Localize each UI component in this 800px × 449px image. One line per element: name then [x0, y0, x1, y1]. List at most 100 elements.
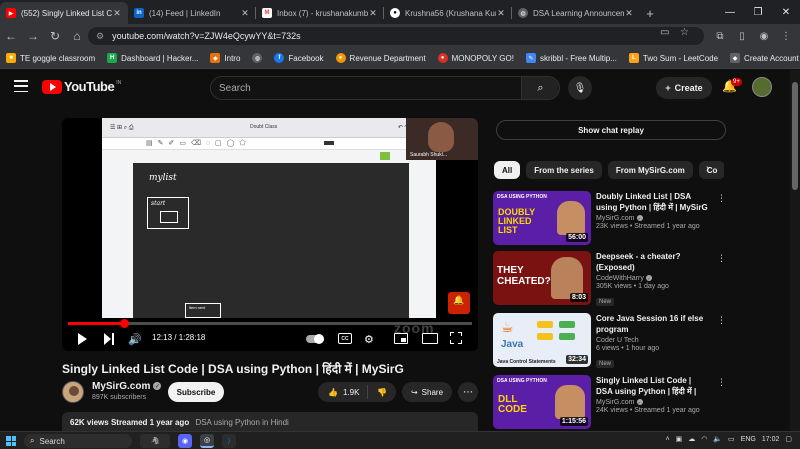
playlist-tag[interactable]: DSA using Python in Hindi: [195, 418, 288, 427]
tab-close-icon[interactable]: ✕: [240, 8, 250, 19]
page-scrollbar[interactable]: [790, 70, 800, 431]
vscode-icon[interactable]: ⟩: [222, 434, 236, 448]
forward-arrow-icon[interactable]: →: [22, 25, 44, 47]
windows-start-icon[interactable]: [6, 436, 16, 446]
bookmark-item[interactable]: L Two Sum - LeetCode: [628, 53, 718, 63]
bookmark-item[interactable]: ◆Create Account | St...: [730, 53, 800, 63]
channel-avatar[interactable]: [62, 381, 84, 403]
site-info-icon[interactable]: ⚙: [96, 31, 104, 42]
tab-close-icon[interactable]: ✕: [368, 8, 378, 19]
recommendation-title[interactable]: Deepseek - a cheater? (Exposed): [596, 251, 708, 273]
scrubber-handle[interactable]: [119, 319, 129, 328]
browser-menu-icon[interactable]: ⋮: [776, 26, 796, 46]
recommendation-title[interactable]: Singly Linked List Code | DSA using Pyth…: [596, 375, 708, 397]
discord-icon[interactable]: ◉: [178, 434, 192, 448]
recommendation-item[interactable]: THEY CHEATED? 8:03 Deepseek - a cheater?…: [493, 251, 733, 307]
autoplay-toggle[interactable]: [306, 334, 324, 344]
battery-icon[interactable]: ▭: [728, 435, 735, 443]
recommendation-item[interactable]: ☕ Java Java Control Statements 32:34 Cor…: [493, 313, 733, 369]
microphone-icon[interactable]: 🎙: [568, 76, 592, 100]
restore-icon[interactable]: ❐: [744, 0, 772, 24]
chrome-icon[interactable]: ◎: [200, 434, 214, 448]
network-icon[interactable]: ▣: [676, 435, 683, 443]
share-button[interactable]: ↪ Share: [402, 382, 452, 402]
tab-close-icon[interactable]: ✕: [112, 8, 122, 19]
video-thumbnail[interactable]: THEY CHEATED? 8:03: [493, 251, 591, 305]
bookmark-item[interactable]: ● Revenue Department: [335, 53, 426, 63]
dislike-button[interactable]: 👎: [368, 388, 396, 397]
profile-icon[interactable]: ◉: [754, 26, 774, 46]
scrollbar-thumb[interactable]: [792, 82, 798, 190]
extensions-icon[interactable]: ⧉: [710, 26, 730, 46]
chevron-right-icon[interactable]: ›: [706, 163, 709, 174]
close-window-icon[interactable]: ✕: [772, 0, 800, 24]
more-actions-icon[interactable]: ⋯: [458, 382, 478, 402]
more-vert-icon[interactable]: ⋮: [717, 377, 726, 388]
tab-gmail[interactable]: M Inbox (7) - krushanakumbha ✕: [256, 2, 384, 24]
recommendation-item[interactable]: DSA USING PYTHON DOUBLY LINKED LIST 56:0…: [493, 191, 733, 247]
reload-icon[interactable]: ↻: [44, 25, 66, 47]
more-vert-icon[interactable]: ⋮: [717, 315, 726, 326]
recommendation-title[interactable]: Core Java Session 16 if else program: [596, 313, 708, 335]
recommendation-item[interactable]: DSA USING PYTHON DLL CODE 1:15:56 Singly…: [493, 375, 733, 431]
bookmark-item[interactable]: H Dashboard | Hacker...: [107, 53, 198, 63]
menu-hamburger-icon[interactable]: [14, 80, 28, 92]
search-box[interactable]: Search ⌕: [210, 76, 560, 100]
show-chat-replay-button[interactable]: Show chat replay: [496, 120, 726, 140]
chip-all[interactable]: All: [494, 161, 521, 179]
search-input[interactable]: Search: [211, 83, 521, 94]
bookmark-item[interactable]: ✎ skribbl - Free Multip...: [525, 53, 617, 63]
subscribe-watermark[interactable]: 🔔: [448, 292, 470, 314]
create-button[interactable]: + Create: [656, 77, 712, 99]
tab-close-icon[interactable]: ✕: [496, 8, 506, 19]
search-icon[interactable]: ⌕: [521, 77, 559, 99]
back-arrow-icon[interactable]: ←: [0, 25, 22, 47]
theater-mode-icon[interactable]: [422, 333, 438, 344]
chip-more[interactable]: Co: [698, 161, 724, 179]
bookmark-item[interactable]: ■ TE goggle classroom: [6, 53, 95, 63]
recommendation-channel[interactable]: CodeWithHarry ✓: [596, 275, 708, 282]
home-icon[interactable]: ⌂: [66, 25, 88, 47]
onedrive-icon[interactable]: ☁: [688, 435, 695, 443]
new-tab-button[interactable]: +: [640, 2, 660, 24]
recommendation-channel[interactable]: MySirG.com ✓: [596, 399, 708, 406]
wifi-icon[interactable]: ◠: [701, 435, 707, 443]
video-player[interactable]: Doubt Class ☰ ⊞ ⌕ ⎙ ↶ ↷ ⎋ ▤✎✐▭⌫◌▢◯⬠ myli…: [62, 118, 478, 351]
chip-from-channel[interactable]: From MySirG.com: [607, 161, 693, 179]
avatar[interactable]: [752, 77, 772, 97]
like-button[interactable]: 👍 1.9K: [318, 385, 368, 399]
captions-icon[interactable]: CC: [338, 333, 352, 344]
widget-icon[interactable]: 🦓: [140, 434, 170, 448]
recommendation-title[interactable]: Doubly Linked List | DSA using Python | …: [596, 191, 708, 213]
channel-name[interactable]: MySirG.com ✓: [92, 381, 162, 392]
fullscreen-icon[interactable]: [450, 332, 462, 344]
tab-close-icon[interactable]: ✕: [624, 8, 634, 19]
progress-bar[interactable]: [68, 319, 472, 328]
volume-icon[interactable]: 🔊: [128, 330, 142, 348]
bookmark-item[interactable]: ◍: [252, 53, 263, 63]
taskbar-search[interactable]: ⌕ Search: [24, 434, 132, 448]
tab-linkedin[interactable]: in (14) Feed | LinkedIn ✕: [128, 2, 256, 24]
sidepanel-icon[interactable]: ▯: [732, 26, 752, 46]
speaker-icon[interactable]: 🔈: [713, 435, 722, 443]
video-thumbnail[interactable]: ☕ Java Java Control Statements 32:34: [493, 313, 591, 367]
notification-center-icon[interactable]: ▢: [785, 435, 792, 443]
address-bar[interactable]: ⚙ youtube.com/watch?v=ZJW4eQcywYY&t=732s: [88, 27, 704, 45]
video-thumbnail[interactable]: DSA USING PYTHON DOUBLY LINKED LIST 56:0…: [493, 191, 591, 245]
cast-icon[interactable]: ▭: [660, 27, 669, 38]
subscribe-button[interactable]: Subscribe: [168, 382, 224, 402]
tab-dsa-announcement[interactable]: ◍ DSA Learning Announcemen ✕: [512, 2, 640, 24]
miniplayer-icon[interactable]: [394, 333, 408, 344]
tab-youtube[interactable]: ▶ (552) Singly Linked List Code ✕: [0, 2, 128, 24]
next-icon[interactable]: [104, 333, 114, 345]
bookmark-star-icon[interactable]: ☆: [680, 27, 689, 38]
more-vert-icon[interactable]: ⋮: [717, 193, 726, 204]
language-indicator[interactable]: ENG: [741, 436, 756, 443]
tab-github[interactable]: ● Krushna56 (Krushana Kumbh ✕: [384, 2, 512, 24]
minimize-icon[interactable]: —: [716, 0, 744, 24]
chip-from-series[interactable]: From the series: [526, 161, 602, 179]
more-vert-icon[interactable]: ⋮: [717, 253, 726, 264]
video-thumbnail[interactable]: DSA USING PYTHON DLL CODE 1:15:56: [493, 375, 591, 429]
clock[interactable]: 17:02: [762, 436, 780, 443]
youtube-logo[interactable]: YouTube IN: [42, 79, 121, 94]
